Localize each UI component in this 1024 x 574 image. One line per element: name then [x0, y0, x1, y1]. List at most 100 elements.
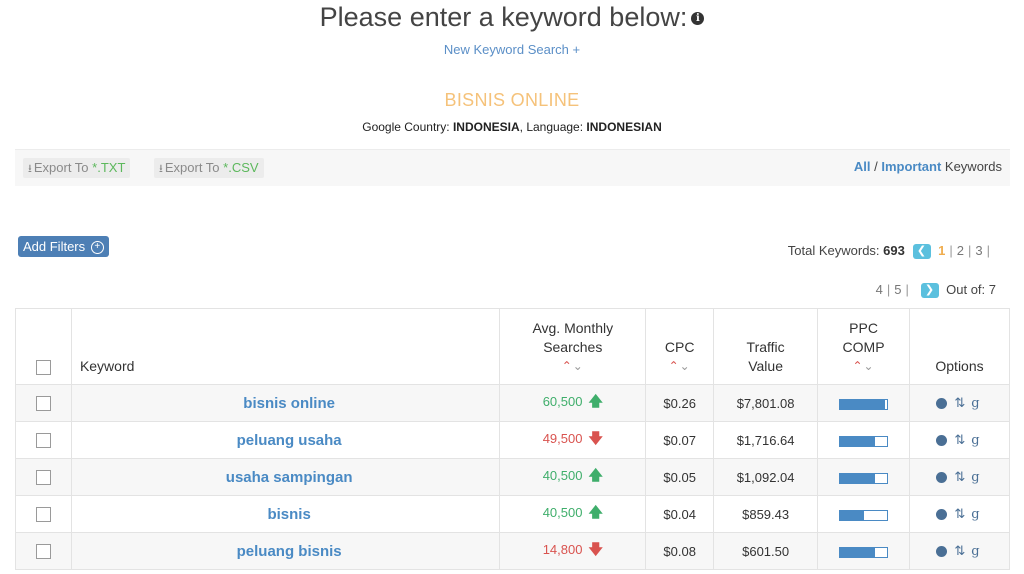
new-keyword-search-link[interactable]: New Keyword Search + — [0, 42, 1024, 57]
table-row: usaha sampingan 40,500 🡅 $0.05 $1,092.04 ⇅ g — [15, 458, 1010, 496]
chevron-right-icon[interactable]: ❯ — [920, 283, 939, 299]
page-link[interactable]: 2 — [957, 243, 964, 258]
page-current[interactable]: 1 — [938, 243, 945, 258]
cpc-cell: $0.08 — [645, 532, 715, 570]
searches-value: 60,500 — [542, 394, 583, 409]
globe-icon[interactable] — [936, 435, 948, 447]
ppc-comp-bar-fill — [840, 510, 864, 520]
sort-controls: ⌃⌄ — [506, 357, 639, 376]
arrow-up-icon: 🡅 — [588, 467, 603, 483]
ppc-comp-bar-fill — [840, 436, 876, 446]
chevron-up-icon[interactable]: ⌃ — [852, 359, 863, 373]
keyword-cell: bisnis online — [70, 384, 501, 422]
avg-monthly-header-line1: Avg. Monthly — [532, 320, 614, 336]
row-checkbox[interactable] — [35, 470, 51, 486]
options-cell: ⇅ g — [909, 495, 1010, 533]
google-icon[interactable]: g — [971, 470, 979, 485]
google-icon[interactable]: g — [971, 433, 979, 448]
cpc-cell: $0.04 — [645, 495, 715, 533]
row-checkbox[interactable] — [35, 396, 51, 412]
out-of-label: Out of: 7 — [946, 282, 996, 297]
page-link[interactable]: 3 — [975, 243, 982, 258]
export-toolbar: ⭳ Export To *.TXT ⭳ Export To *.CSV All / … — [15, 149, 1010, 186]
ppc-comp-bar — [839, 435, 889, 447]
ppc-comp-cell — [817, 495, 910, 533]
google-icon[interactable]: g — [971, 507, 979, 522]
traffic-value-cell: $1,716.64 — [713, 421, 819, 459]
keyword-header: Keyword — [70, 308, 501, 385]
keyword-link[interactable]: bisnis — [267, 506, 310, 523]
avg-monthly-header-line2: Searches — [543, 339, 603, 355]
cpc-cell: $0.07 — [645, 421, 715, 459]
searches-cell: 60,500 🡅 — [499, 384, 647, 422]
keyword-link[interactable]: usaha sampingan — [226, 469, 353, 486]
ppc-comp-bar — [839, 509, 889, 521]
download-icon: ⭳ — [159, 163, 163, 175]
searches-value: 14,800 — [542, 542, 583, 557]
add-filters-button[interactable]: Add Filters + — [18, 236, 109, 257]
searches-cell: 49,500 🡇 — [499, 421, 647, 459]
keyword-cell: usaha sampingan — [70, 458, 501, 496]
select-all-checkbox[interactable] — [35, 359, 51, 375]
chevron-down-icon[interactable]: ⌄ — [573, 359, 584, 373]
globe-icon[interactable] — [936, 398, 948, 410]
globe-icon[interactable] — [936, 472, 948, 484]
options-cell: ⇅ g — [909, 421, 1010, 459]
cpc-header: CPC ⌃⌄ — [645, 308, 715, 385]
ppc-comp-cell — [817, 384, 910, 422]
sort-controls: ⌃⌄ — [652, 357, 707, 376]
sort-alpha-icon[interactable]: ⇅ — [954, 395, 965, 410]
sort-alpha-icon[interactable]: ⇅ — [954, 506, 965, 521]
keyword-title: BISNIS ONLINE — [444, 90, 580, 110]
select-all-cell — [15, 308, 72, 385]
chevron-up-icon[interactable]: ⌃ — [669, 359, 680, 373]
cpc-cell: $0.26 — [645, 384, 715, 422]
chevron-down-icon[interactable]: ⌄ — [864, 359, 875, 373]
table-row: peluang usaha 49,500 🡇 $0.07 $1,716.64 ⇅ g — [15, 421, 1010, 459]
searches-value: 49,500 — [542, 431, 583, 446]
chevron-down-icon[interactable]: ⌄ — [680, 359, 691, 373]
country-value: INDONESIA — [452, 120, 520, 134]
important-keywords-link[interactable]: Important — [881, 159, 941, 174]
globe-icon[interactable] — [936, 509, 948, 521]
export-txt-button[interactable]: ⭳ Export To *.TXT — [23, 158, 131, 178]
chevron-up-icon[interactable]: ⌃ — [562, 359, 573, 373]
keyword-link[interactable]: peluang bisnis — [237, 543, 342, 560]
chevron-left-icon[interactable]: ❮ — [912, 244, 931, 260]
export-csv-button[interactable]: ⭳ Export To *.CSV — [154, 158, 264, 178]
options-cell: ⇅ g — [909, 532, 1010, 570]
row-checkbox[interactable] — [35, 433, 51, 449]
info-circle-icon[interactable]: i — [691, 12, 705, 26]
ppc-comp-header: PPC COMP ⌃⌄ — [817, 308, 910, 385]
sort-alpha-icon[interactable]: ⇅ — [954, 432, 965, 447]
traffic-value-cell: $601.50 — [713, 532, 819, 570]
keyword-link[interactable]: peluang usaha — [237, 432, 342, 449]
sort-alpha-icon[interactable]: ⇅ — [954, 469, 965, 484]
pagination-row-2: 4 | 5 | ❯ Out of: 7 — [875, 282, 996, 299]
google-icon[interactable]: g — [971, 544, 979, 559]
row-checkbox[interactable] — [35, 507, 51, 523]
searches-cell: 40,500 🡅 — [499, 458, 647, 496]
keyword-link[interactable]: bisnis online — [243, 395, 335, 412]
all-keywords-link[interactable]: All — [854, 159, 871, 174]
sort-alpha-icon[interactable]: ⇅ — [954, 543, 965, 558]
globe-icon[interactable] — [936, 546, 948, 558]
keyword-cell: peluang bisnis — [70, 532, 501, 570]
table-header-row: Keyword Avg. Monthly Searches ⌃⌄ CPC ⌃⌄ … — [15, 308, 1010, 385]
toggle-separator: / — [870, 159, 882, 174]
arrow-up-icon: 🡅 — [588, 504, 603, 520]
page-link[interactable]: 4 — [876, 282, 883, 297]
ppc-header-line1: PPC — [849, 320, 878, 336]
download-icon: ⭳ — [28, 163, 32, 175]
table-row: bisnis 40,500 🡅 $0.04 $859.43 ⇅ g — [15, 495, 1010, 533]
arrow-down-icon: 🡇 — [588, 430, 603, 446]
language-label: , Language: — [519, 120, 584, 134]
plus-circle-icon: + — [90, 241, 104, 255]
options-header: Options — [909, 308, 1010, 385]
table-row: bisnis online 60,500 🡅 $0.26 $7,801.08 ⇅ g — [15, 384, 1010, 422]
page-link[interactable]: 5 — [894, 282, 901, 297]
row-checkbox[interactable] — [35, 544, 51, 560]
keywords-suffix: Keywords — [941, 159, 1002, 174]
google-icon[interactable]: g — [971, 396, 979, 411]
total-keywords-label: Total Keywords: — [787, 243, 880, 258]
